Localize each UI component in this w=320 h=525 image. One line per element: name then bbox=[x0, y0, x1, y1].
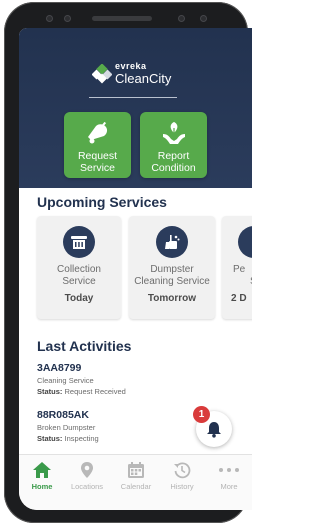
nav-more-label: More bbox=[220, 482, 238, 491]
speaker-grille bbox=[92, 16, 152, 21]
app-header: evreka CleanCity Request Service Report … bbox=[19, 28, 252, 188]
calendar-icon bbox=[128, 462, 144, 478]
app-screen: evreka CleanCity Request Service Report … bbox=[19, 28, 252, 510]
request-service-button[interactable]: Request Service bbox=[64, 112, 131, 178]
service-icon bbox=[238, 226, 252, 258]
nav-history-label: History bbox=[170, 482, 194, 491]
cleaning-icon bbox=[156, 226, 188, 258]
activity-status-label: Status: bbox=[37, 387, 63, 396]
card-collection-day: Today bbox=[64, 293, 94, 304]
request-service-line1: Request bbox=[77, 150, 118, 162]
activity-id: 3AA8799 bbox=[37, 362, 82, 374]
bin-icon bbox=[63, 226, 95, 258]
more-icon bbox=[219, 468, 239, 472]
home-icon bbox=[33, 462, 51, 478]
activity-status: Request Received bbox=[64, 387, 126, 396]
activity-id: 88R085AK bbox=[37, 409, 89, 421]
service-card-partial[interactable]: Pe S 2 D bbox=[222, 216, 252, 319]
logo-divider bbox=[89, 97, 177, 98]
card-partial-line1: Pe bbox=[233, 264, 246, 275]
service-card-collection[interactable]: Collection Service Today bbox=[37, 216, 121, 319]
report-condition-line1: Report bbox=[157, 150, 190, 162]
bell-icon bbox=[87, 121, 107, 144]
last-activities-title: Last Activities bbox=[37, 338, 132, 354]
activity-item[interactable]: 88R085AK Broken Dumpster Status: Inspect… bbox=[37, 409, 99, 443]
card-dumpster-line1: Dumpster bbox=[150, 264, 194, 275]
notification-bell-icon bbox=[207, 422, 221, 438]
bottom-navigation: Home Locations Calendar History More bbox=[19, 454, 252, 510]
report-condition-button[interactable]: Report Condition bbox=[140, 112, 207, 178]
card-partial-line2: S bbox=[233, 276, 252, 288]
sensor-dot bbox=[200, 15, 207, 22]
report-condition-line2: Condition bbox=[151, 162, 196, 174]
nav-history[interactable]: History bbox=[162, 461, 202, 491]
activity-status: Inspecting bbox=[64, 434, 99, 443]
activity-description: Broken Dumpster bbox=[37, 423, 96, 432]
brand-name: evreka bbox=[115, 61, 147, 71]
activity-item[interactable]: 3AA8799 Cleaning Service Status: Request… bbox=[37, 362, 126, 396]
upcoming-services-title: Upcoming Services bbox=[37, 194, 167, 210]
nav-locations-label: Locations bbox=[70, 482, 104, 491]
brand-product: CleanCity bbox=[115, 71, 172, 86]
front-camera bbox=[178, 15, 185, 22]
nav-more[interactable]: More bbox=[209, 461, 249, 491]
activity-description: Cleaning Service bbox=[37, 376, 94, 385]
card-dumpster-line2: Cleaning Service bbox=[134, 276, 210, 287]
nav-locations[interactable]: Locations bbox=[67, 461, 107, 491]
card-dumpster-day: Tomorrow bbox=[147, 293, 197, 304]
card-partial-day: 2 D bbox=[231, 293, 247, 304]
camera-dot bbox=[46, 15, 53, 22]
nav-home-label: Home bbox=[31, 482, 53, 491]
sensor-dot bbox=[64, 15, 71, 22]
history-icon bbox=[174, 462, 191, 479]
card-collection-line1: Collection bbox=[57, 264, 101, 275]
hand-leaf-icon bbox=[162, 122, 185, 144]
notification-count-badge: 1 bbox=[193, 406, 210, 423]
activity-status-label: Status: bbox=[37, 434, 63, 443]
app-logo: evreka CleanCity bbox=[92, 62, 171, 85]
nav-calendar[interactable]: Calendar bbox=[116, 461, 156, 491]
service-card-dumpster-cleaning[interactable]: Dumpster Cleaning Service Tomorrow bbox=[129, 216, 215, 319]
request-service-line2: Service bbox=[79, 162, 115, 174]
nav-home[interactable]: Home bbox=[22, 461, 62, 491]
location-pin-icon bbox=[81, 462, 93, 478]
card-collection-line2: Service bbox=[62, 276, 96, 287]
nav-calendar-label: Calendar bbox=[120, 482, 152, 491]
logo-icon bbox=[92, 63, 112, 83]
